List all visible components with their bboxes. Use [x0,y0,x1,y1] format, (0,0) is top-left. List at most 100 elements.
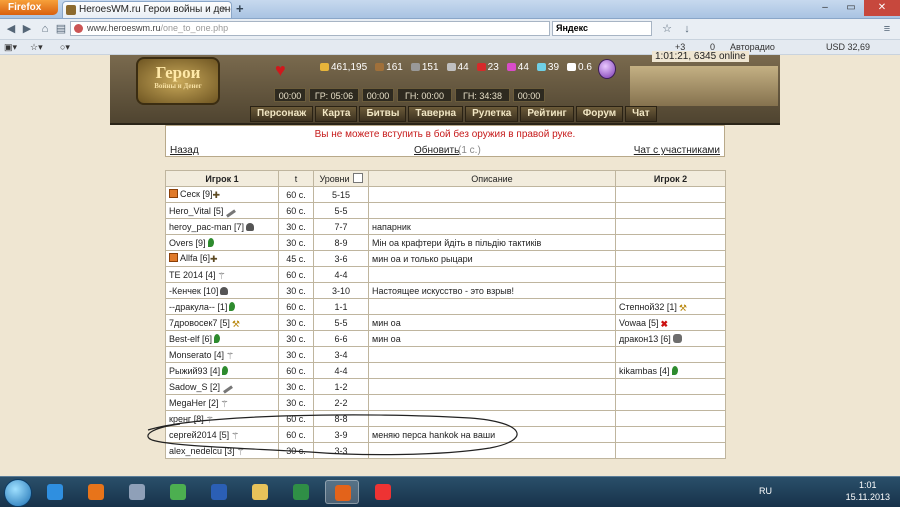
table-row[interactable]: Рыжий93 [4] 60 с. 4-4 kikambas [4] [165,362,726,379]
table-row[interactable]: Overs [9] 30 с. 8-9 Мін оа крафтери йдіть в… [165,234,726,251]
player1-name[interactable]: Hero_Vital [5] [169,206,223,216]
menu-icon[interactable]: ≡ [880,22,894,36]
back-arrow-icon[interactable]: ◀ [4,22,18,36]
language-indicator[interactable]: RU [759,486,772,496]
close-window-icon[interactable]: ✕ [864,0,900,16]
player2-cell[interactable] [615,442,726,459]
taskbar-app-firefox[interactable] [325,480,359,504]
star-icon[interactable]: ☆ [660,22,674,36]
menu-item[interactable]: Чат [625,106,657,122]
taskbar-app-excel[interactable] [284,480,318,504]
player2-name[interactable]: Степной32 [1] [619,302,677,312]
system-clock[interactable]: 1:01 15.11.2013 [846,479,890,503]
chat-with-participants-link[interactable]: Чат с участниками [634,145,720,156]
player1-name[interactable]: alex_nedelcu [3] [169,446,235,456]
table-row[interactable]: -Кенчек [10] 30 с. 3-10 Настоящее искусство… [165,282,726,299]
table-row[interactable]: Hero_Vital [5] 60 с. 5-5 [165,202,726,219]
menu-item[interactable]: Персонаж [250,106,314,122]
table-row[interactable]: Sadow_S [2] 30 с. 1-2 [165,378,726,395]
player2-cell[interactable] [615,186,726,203]
maximize-icon[interactable]: ▭ [838,0,864,16]
browser-tab[interactable]: HeroesWM.ru Герои войны и денег. Он... × [62,1,232,18]
player1-name[interactable]: TE 2014 [4] [169,270,216,280]
taskbar-app-word[interactable] [202,480,236,504]
player2-cell[interactable] [615,282,726,299]
player2-cell[interactable] [615,218,726,235]
firefox-menu-button[interactable]: Firefox [0,0,58,15]
menu-item[interactable]: Таверна [408,106,464,122]
player1-name[interactable]: кренг [8] [169,414,204,424]
minimize-icon[interactable]: – [812,0,838,16]
player1-name[interactable]: 7дровосек7 [5] [169,318,230,328]
table-row[interactable]: --дракула-- [1] 60 с. 1-1 Степной32 [1] ⚒ [165,298,726,315]
player1-name[interactable]: Sadow_S [2] [169,382,220,392]
player1-name[interactable]: MegaHer [2] [169,398,219,408]
menu-item[interactable]: Карта [315,106,358,122]
menu-item[interactable]: Форум [575,106,624,122]
bookmark-star-icon[interactable]: ☆▾ [30,40,43,54]
resource-item: 461,195 [320,62,367,73]
player2-name[interactable]: дракон13 [6] [619,334,671,344]
player1-name[interactable]: Monserato [4] [169,350,224,360]
taskbar-app-media-player[interactable] [79,480,113,504]
player2-cell[interactable] [615,250,726,267]
menu-item[interactable]: Рейтинг [520,106,574,122]
bookmark-manager-icon[interactable]: ▣▾ [4,40,17,54]
player2-cell[interactable] [615,234,726,251]
player1-name[interactable]: Рыжий93 [4] [169,366,220,376]
time-cell: 60 с. [278,298,314,315]
player1-name[interactable]: Сеск [9] [180,189,212,199]
elf-leaf-icon [222,365,229,375]
player2-cell[interactable] [615,266,726,283]
forward-arrow-icon[interactable]: ▶ [20,22,34,36]
player2-cell[interactable] [615,346,726,363]
taskbar-app-internet-explorer[interactable] [38,480,72,504]
taskbar-app-explorer[interactable] [243,480,277,504]
search-box[interactable]: Яндекс [552,21,652,36]
table-row[interactable]: кренг [8] ⚚ 60 с. 8-8 [165,410,726,427]
bookmark-item[interactable]: USD 32,69 [826,40,870,54]
taskbar-app-chrome[interactable] [161,480,195,504]
table-row[interactable]: MegaHer [2] ⚚ 30 с. 2-2 [165,394,726,411]
url-bar[interactable]: www.heroeswm.ru/one_to_one.php [70,21,550,36]
table-row[interactable]: Allfa [6]✚ 45 с. 3-6 мин оа и только рыцари [165,250,726,267]
player2-name[interactable]: Vowaa [5] [619,318,659,328]
menu-item[interactable]: Рулетка [465,106,519,122]
table-row[interactable]: heroy_pac-man [7] 30 с. 7-7 напарник [165,218,726,235]
table-row[interactable]: TE 2014 [4] ⚚ 60 с. 4-4 [165,266,726,283]
player1-name[interactable]: --дракула-- [1] [169,302,227,312]
table-row[interactable]: Best-elf [6] 30 с. 6-6 мин оа дракон13 [6] [165,330,726,347]
levels-filter-checkbox[interactable] [352,173,363,183]
elf-leaf-icon [214,333,221,343]
game-logo[interactable]: Герои Войны и Денег [136,57,220,105]
chat-bubble-icon[interactable]: ○▾ [60,40,70,54]
player2-cell[interactable] [615,378,726,395]
table-row[interactable]: Сеск [9]✚ 60 с. 5-15 [165,186,726,203]
refresh-link[interactable]: Обновить [414,145,459,156]
player2-name[interactable]: kikambas [4] [619,366,670,376]
menu-item[interactable]: Битвы [359,106,407,122]
timer-slot: ГН: 00:00 [397,88,452,102]
table-row[interactable]: Monserato [4] ⚚ 30 с. 3-4 [165,346,726,363]
player2-cell[interactable] [615,410,726,427]
taskbar-app-game-app[interactable] [120,480,154,504]
player1-name[interactable]: Overs [9] [169,238,206,248]
table-row[interactable]: alex_nedelcu [3] ⚚ 30 с. 3-3 [165,442,726,459]
player1-name[interactable]: heroy_pac-man [7] [169,222,244,232]
table-row[interactable]: сергей2014 [5] ⚚ 60 с. 3-9 меняю перса hanko… [165,426,726,443]
player2-cell[interactable] [615,202,726,219]
player1-name[interactable]: сергей2014 [5] [169,430,229,440]
new-tab-button[interactable]: + [236,1,244,16]
player2-cell[interactable] [615,394,726,411]
player1-name[interactable]: Best-elf [6] [169,334,212,344]
home-icon[interactable]: ⌂ [38,22,52,36]
close-tab-icon[interactable]: × [221,2,227,18]
start-button[interactable] [4,479,32,507]
player1-name[interactable]: -Кенчек [10] [169,286,218,296]
table-row[interactable]: 7дровосек7 [5] ⚒ 30 с. 5-5 мин оа Vowaa [5] ✖ [165,314,726,331]
download-icon[interactable]: ↓ [680,22,694,36]
back-link[interactable]: Назад [170,145,199,156]
taskbar-app-yandex-browser[interactable] [366,480,400,504]
player1-name[interactable]: Allfa [6] [180,253,210,263]
player2-cell[interactable] [615,426,726,443]
